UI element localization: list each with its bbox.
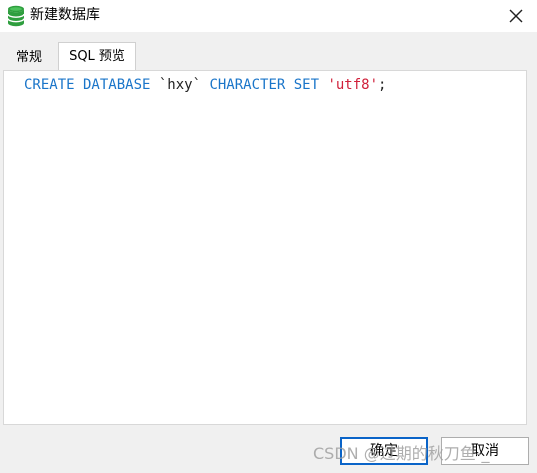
close-icon[interactable]	[503, 3, 529, 29]
watermark: CSDN @过期的秋刀鱼-_	[313, 444, 490, 463]
sql-preview-editor[interactable]: CREATE DATABASE `hxy` CHARACTER SET 'utf…	[3, 70, 527, 425]
sql-string-charset: 'utf8'	[327, 77, 379, 93]
title-bar: 新建数据库	[0, 0, 537, 32]
sql-semicolon: ;	[378, 77, 387, 93]
window-title: 新建数据库	[30, 7, 100, 23]
sql-keyword-create-database: CREATE DATABASE	[24, 77, 159, 93]
sql-identifier-database-name: `hxy`	[158, 77, 210, 93]
sql-keyword-character-set: CHARACTER SET	[209, 77, 328, 93]
new-database-dialog: 新建数据库 常规 SQL 预览 CREATE DATABASE `hxy` CH…	[0, 0, 537, 473]
sql-code-line: CREATE DATABASE `hxy` CHARACTER SET 'utf…	[24, 76, 386, 94]
tab-bar: 常规 SQL 预览	[0, 40, 537, 71]
tab-sql-preview[interactable]: SQL 预览	[58, 42, 136, 71]
tab-general[interactable]: 常规	[4, 46, 54, 70]
database-icon	[7, 5, 25, 27]
